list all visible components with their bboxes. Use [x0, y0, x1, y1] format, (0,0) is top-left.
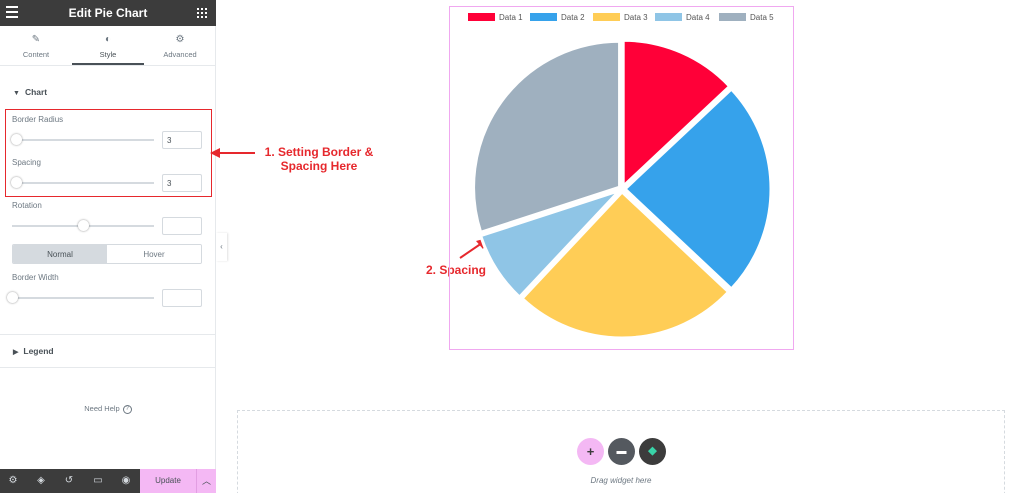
add-section-button[interactable]: + — [577, 438, 604, 465]
drop-zone-text: Drag widget here — [590, 476, 652, 485]
essential-addons-button[interactable]: ◆ — [639, 438, 666, 465]
annotation-setting-line1: 1. Setting Border & — [264, 145, 374, 159]
editor-window: Edit Pie Chart ✎ Content ◐ Style ⚙ Advan… — [0, 0, 1024, 493]
arrow-head — [210, 148, 220, 158]
essential-addons-icon: ◆ — [648, 445, 657, 457]
annotation-setting: 1. Setting Border & Spacing Here — [258, 145, 380, 173]
folder-icon: ▬ — [616, 446, 627, 457]
pie-chart-widget[interactable]: Data 1 Data 2 Data 3 Data 4 Data 5 — [449, 6, 794, 350]
annotation-setting-line2: Spacing Here — [280, 159, 358, 173]
pie-chart — [472, 38, 773, 340]
template-library-button[interactable]: ▬ — [608, 438, 635, 465]
plus-icon: + — [586, 444, 595, 459]
